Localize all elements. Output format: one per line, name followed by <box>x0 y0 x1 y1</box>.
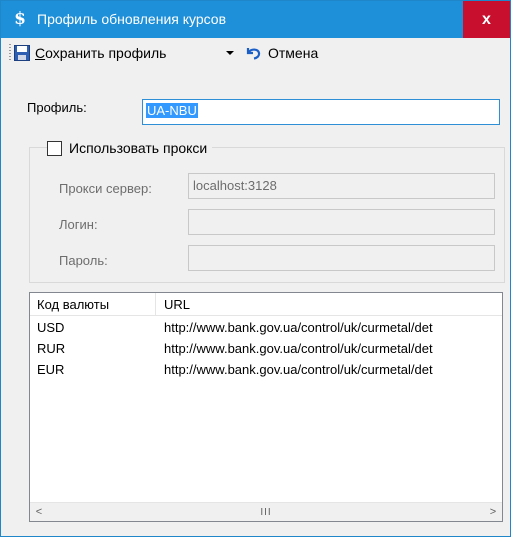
use-proxy-label: Использовать прокси <box>69 140 208 156</box>
dialog-window: $ Профиль обновления курсов x Сохранить … <box>0 0 511 537</box>
dollar-sign-icon: $ <box>14 9 26 29</box>
column-header-url[interactable]: URL <box>164 297 190 312</box>
login-input[interactable] <box>188 209 495 235</box>
proxy-server-input[interactable]: localhost:3128 <box>188 173 495 199</box>
cancel-label: Отмена <box>268 45 319 61</box>
cell-url: http://www.bank.gov.ua/control/uk/curmet… <box>164 362 433 377</box>
currency-url-grid[interactable]: Код валюты URL USD http://www.bank.gov.u… <box>29 292 503 522</box>
profile-label: Профиль: <box>27 100 87 115</box>
undo-icon <box>246 48 261 60</box>
profile-input-value: UA-NBU <box>146 103 198 118</box>
table-row[interactable]: RUR http://www.bank.gov.ua/control/uk/cu… <box>30 339 502 360</box>
toolbar: Сохранить профиль Отмена <box>1 38 510 68</box>
cancel-button[interactable]: Отмена <box>244 43 318 63</box>
window-title: Профиль обновления курсов <box>37 11 227 27</box>
scroll-thumb[interactable]: III <box>48 505 484 519</box>
scroll-left-button[interactable]: < <box>30 503 48 521</box>
cell-url: http://www.bank.gov.ua/control/uk/curmet… <box>164 341 433 356</box>
use-proxy-checkbox[interactable]: Использовать прокси <box>47 140 213 156</box>
save-dropdown-arrow-icon[interactable] <box>226 51 234 55</box>
save-profile-button[interactable]: Сохранить профиль <box>14 43 166 63</box>
cell-code: USD <box>37 320 65 335</box>
login-label: Логин: <box>59 217 98 232</box>
title-bar[interactable]: $ Профиль обновления курсов x <box>1 1 510 38</box>
cell-code: RUR <box>37 341 66 356</box>
proxy-server-label: Прокси сервер: <box>59 181 152 196</box>
column-header-code[interactable]: Код валюты <box>37 297 109 312</box>
password-label: Пароль: <box>59 253 108 268</box>
horizontal-scrollbar[interactable]: < III > <box>30 502 502 521</box>
checkbox-box[interactable] <box>47 140 62 156</box>
scroll-right-button[interactable]: > <box>484 503 502 521</box>
close-button[interactable]: x <box>463 1 510 38</box>
table-row[interactable]: EUR http://www.bank.gov.ua/control/uk/cu… <box>30 360 502 381</box>
password-input[interactable] <box>188 245 495 271</box>
toolbar-grip[interactable] <box>9 44 11 62</box>
save-profile-label: Сохранить профиль <box>35 45 167 61</box>
profile-input[interactable]: UA-NBU <box>142 99 500 125</box>
column-divider[interactable] <box>155 293 156 315</box>
grid-header: Код валюты URL <box>30 293 502 316</box>
cell-url: http://www.bank.gov.ua/control/uk/curmet… <box>164 320 433 335</box>
floppy-disk-icon <box>14 45 30 61</box>
table-row[interactable]: USD http://www.bank.gov.ua/control/uk/cu… <box>30 318 502 339</box>
cell-code: EUR <box>37 362 65 377</box>
